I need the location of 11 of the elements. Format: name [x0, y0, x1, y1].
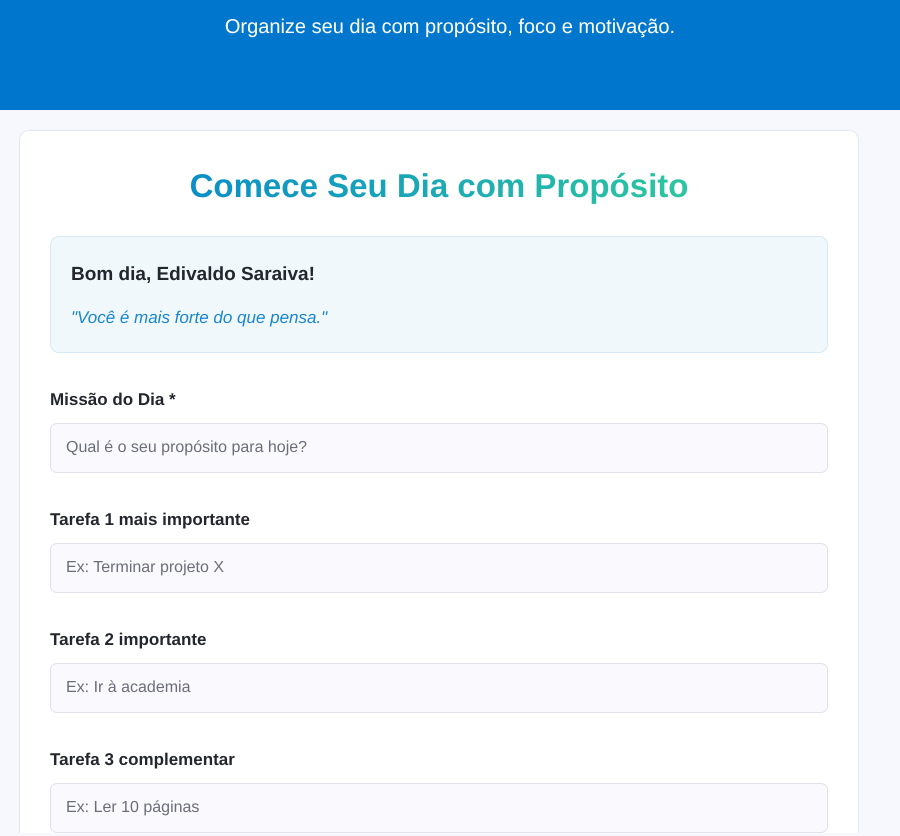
input-field[interactable]: Ex: Ler 10 páginas: [50, 783, 828, 833]
motivational-quote: "Você é mais forte do que pensa.": [71, 307, 328, 329]
field-label: Tarefa 3 complementar: [50, 749, 235, 771]
field-label: Tarefa 1 mais importante: [50, 509, 250, 531]
input-field[interactable]: Qual é o seu propósito para hoje?: [50, 423, 828, 473]
input-field[interactable]: Ex: Terminar projeto X: [50, 543, 828, 593]
header-tagline: Organize seu dia com propósito, foco e motivação.: [224, 15, 676, 39]
field-label: Missão do Dia *: [50, 389, 176, 411]
input-field[interactable]: Ex: Ir à academia: [50, 663, 828, 713]
field-label: Tarefa 2 importante: [50, 629, 207, 651]
greeting-text: Bom dia, Edivaldo Saraiva!: [71, 263, 315, 287]
